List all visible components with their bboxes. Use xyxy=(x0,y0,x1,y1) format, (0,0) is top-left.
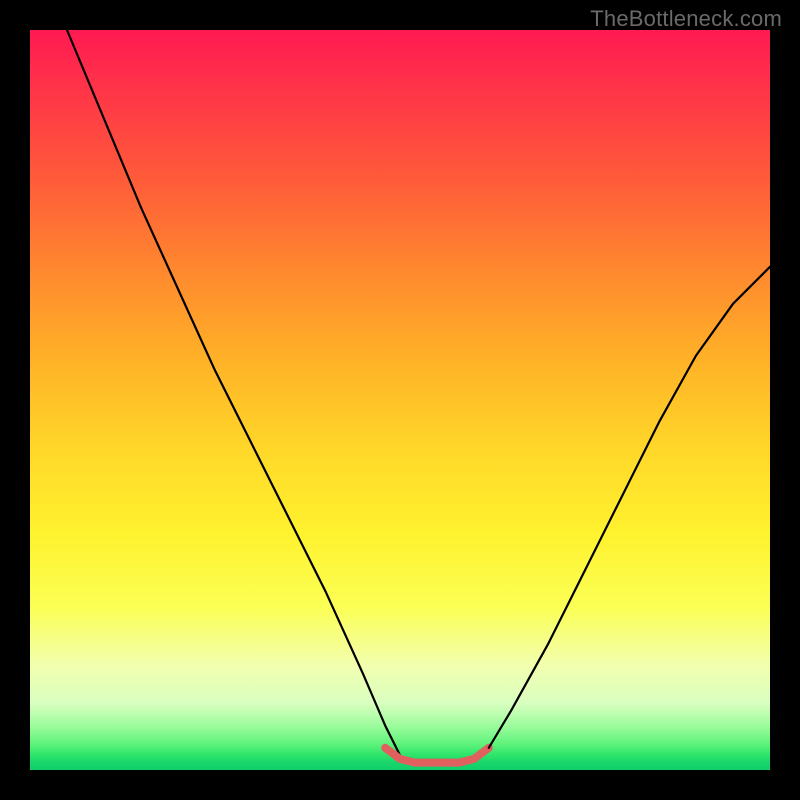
series-flat-bottom-segment xyxy=(385,748,489,763)
curve-layer xyxy=(30,30,770,770)
series-right-ascending-curve xyxy=(489,267,770,748)
watermark-text: TheBottleneck.com xyxy=(590,6,782,32)
series-left-descending-curve xyxy=(67,30,400,755)
chart-frame: TheBottleneck.com xyxy=(0,0,800,800)
plot-area xyxy=(30,30,770,770)
